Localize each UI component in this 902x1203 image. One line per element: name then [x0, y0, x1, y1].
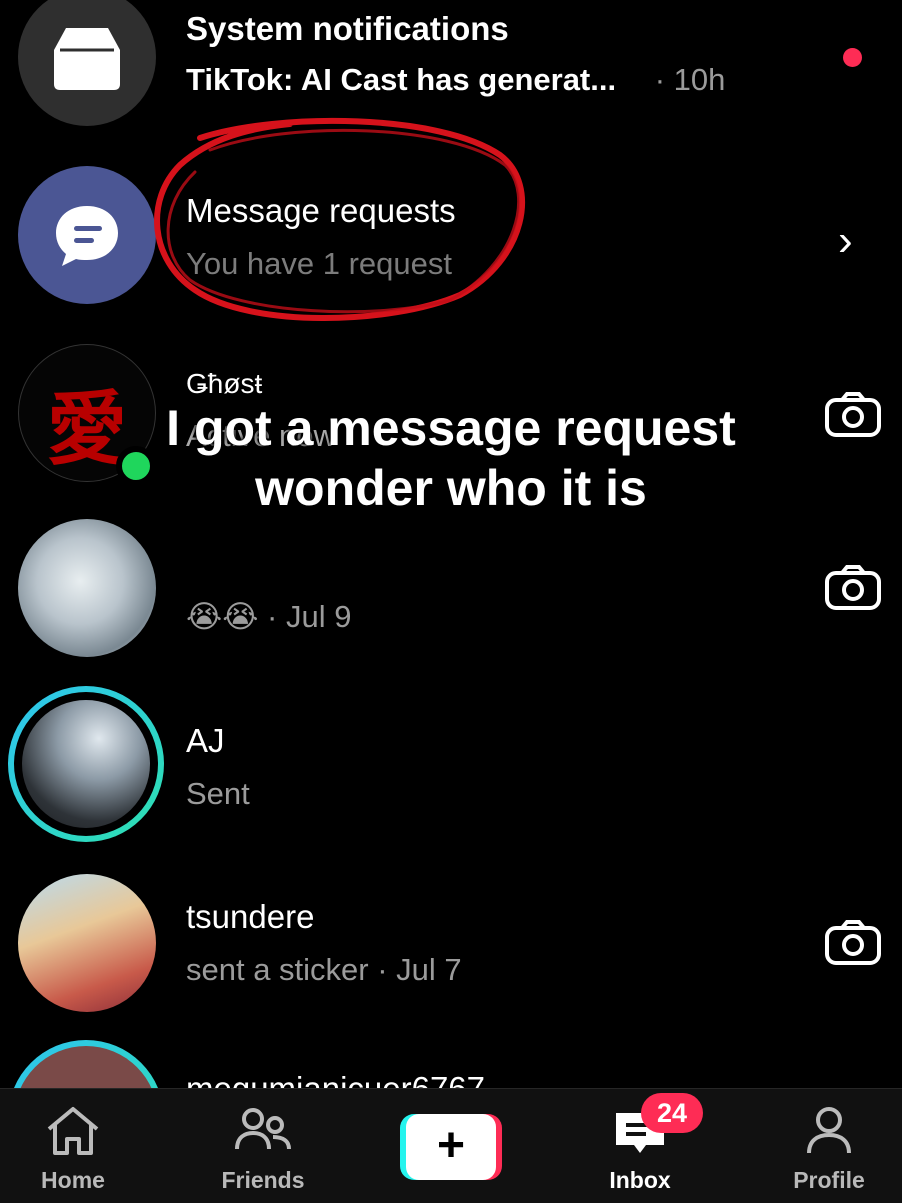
camera-icon[interactable] [824, 920, 882, 966]
user-avatar [18, 519, 156, 657]
tab-home-label: Home [41, 1167, 105, 1193]
aj-avatar [8, 686, 164, 842]
tsundere-avatar [18, 874, 156, 1012]
tab-profile-label: Profile [793, 1167, 865, 1193]
system-notifications-preview: TikTok: AI Cast has generat... · 10h [186, 62, 725, 98]
tab-home[interactable]: Home [8, 1089, 138, 1203]
preview-text: TikTok: AI Cast has generat... [186, 62, 617, 97]
chevron-right-icon: › [838, 216, 853, 265]
tab-inbox-label: Inbox [609, 1167, 671, 1193]
aj-avatar-image [22, 700, 150, 828]
tab-friends-label: Friends [221, 1167, 305, 1193]
inbox-tray-icon [54, 28, 120, 90]
message-requests-avatar [18, 166, 156, 304]
aj-name: AJ [186, 722, 225, 759]
camera-icon[interactable] [824, 565, 882, 611]
overlay-caption: I got a message request wonder who it is [0, 398, 902, 518]
conversation-tsundere[interactable]: tsundere sent a sticker · Jul 7 [0, 870, 902, 1030]
chat-bubble-icon [56, 206, 118, 266]
emoji-preview: 😭😭 · Jul 9 [186, 599, 352, 634]
caption-line-2: wonder who it is [255, 460, 647, 516]
tab-profile[interactable]: Profile [764, 1089, 894, 1203]
tsundere-preview: sent a sticker · Jul 7 [186, 952, 462, 987]
tab-friends[interactable]: Friends [198, 1089, 328, 1203]
inbox-badge: 24 [641, 1093, 703, 1133]
ghost-name: Ǥħøsŧ [186, 368, 263, 399]
system-notifications-avatar [18, 0, 156, 126]
tsundere-name: tsundere [186, 898, 315, 935]
system-notifications-title: System notifications [186, 10, 509, 47]
home-icon [47, 1107, 99, 1155]
profile-icon [807, 1107, 851, 1154]
create-button[interactable]: + [400, 1114, 502, 1180]
plus-icon: + [406, 1114, 496, 1180]
caption-line-1: I got a message request [166, 400, 736, 456]
red-annotation-circle [154, 117, 525, 321]
aj-preview: Sent [186, 776, 250, 811]
timestamp: · 10h [654, 62, 726, 97]
friends-icon [235, 1108, 291, 1150]
unread-dot [843, 48, 862, 67]
conversation-aj[interactable]: AJ Sent [0, 686, 902, 846]
conversation-emoji[interactable]: 😭😭 · Jul 9 [0, 515, 902, 665]
